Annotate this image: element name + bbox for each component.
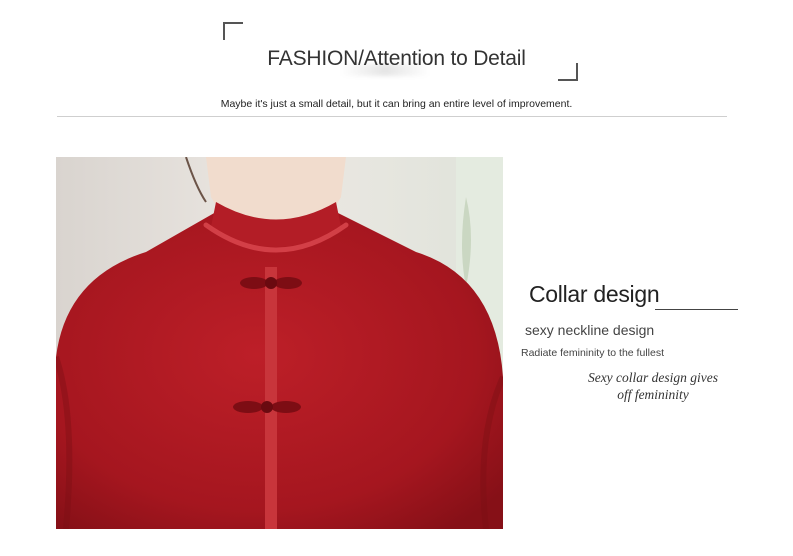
placket-fuzzy-trim (265, 267, 277, 529)
feature-italic-tagline: Sexy collar design gives off femininity (580, 369, 726, 403)
feature-title: Collar design (529, 281, 660, 307)
page-subtitle: Maybe it's just a small detail, but it c… (220, 98, 573, 110)
feature-title-underline (655, 309, 738, 310)
sweater-illustration (56, 157, 503, 529)
corner-bracket-bottom-right (558, 63, 578, 81)
frog-button-upper (240, 277, 302, 289)
header-divider (57, 116, 727, 117)
feature-subtitle: sexy neckline design (525, 322, 655, 338)
feature-description: Radiate femininity to the fullest (521, 347, 664, 359)
page-title: FASHION/Attention to Detail (267, 47, 526, 70)
product-photo (56, 157, 503, 529)
feature-italic-line-1: Sexy collar design gives (587, 370, 719, 385)
corner-bracket-top-left (223, 22, 243, 40)
frog-button-lower (233, 401, 301, 413)
feature-italic-line-2: off femininity (617, 387, 689, 402)
